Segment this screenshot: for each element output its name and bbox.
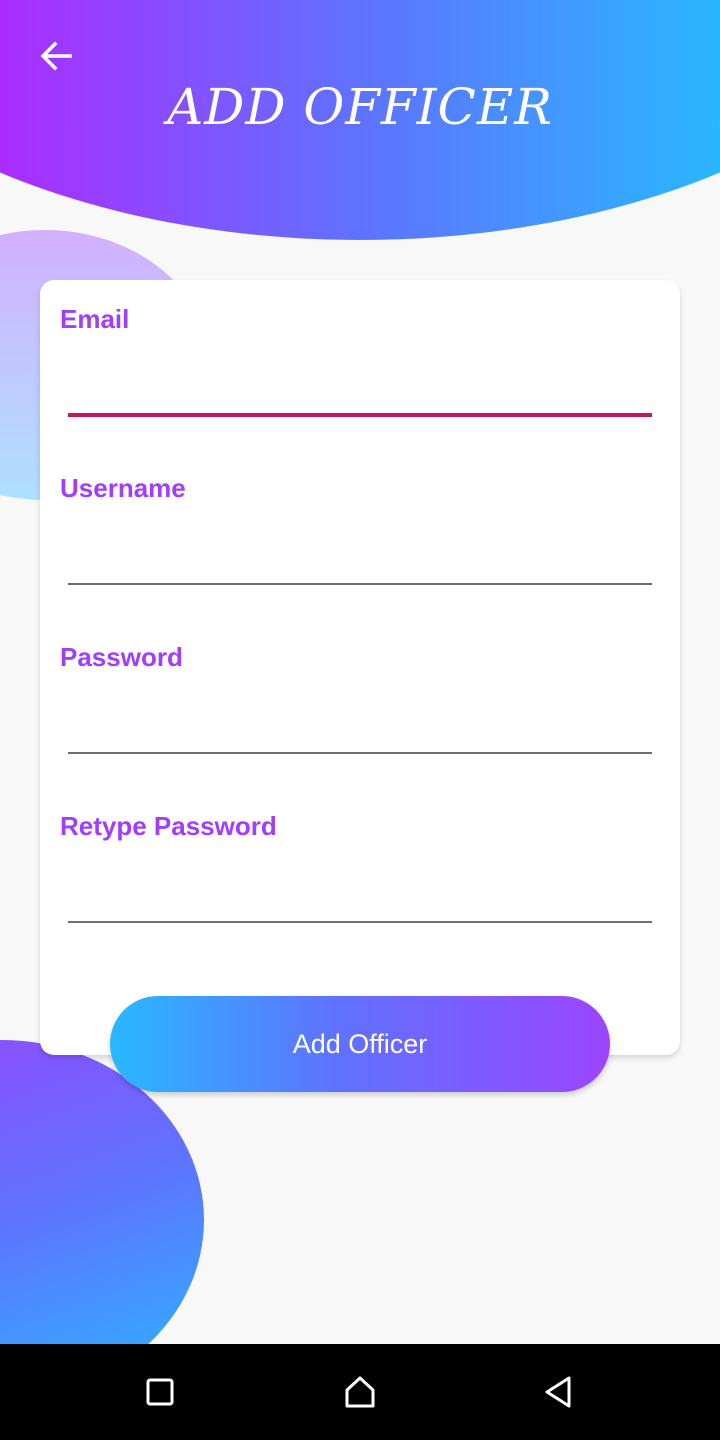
password-underline	[68, 752, 652, 754]
username-field: Username	[60, 473, 652, 585]
page-title: ADD OFFICER	[167, 78, 553, 136]
retype-password-underline	[68, 921, 652, 923]
username-label: Username	[60, 473, 186, 503]
back-button[interactable]	[34, 34, 78, 78]
recents-button[interactable]	[136, 1368, 184, 1416]
recents-square-icon	[146, 1378, 174, 1406]
email-field: Email	[60, 304, 652, 417]
back-triangle-icon	[545, 1376, 571, 1408]
email-underline	[68, 413, 652, 417]
email-input[interactable]	[68, 354, 652, 412]
add-officer-screen: ADD OFFICER Email Username Password Rety…	[0, 0, 720, 1440]
back-nav-button[interactable]	[534, 1368, 582, 1416]
password-input[interactable]	[68, 692, 652, 750]
system-nav-bar	[0, 1344, 720, 1440]
retype-password-input[interactable]	[68, 861, 652, 919]
retype-password-field: Retype Password	[60, 811, 652, 923]
username-underline	[68, 583, 652, 585]
arrow-left-icon	[40, 41, 72, 71]
username-input[interactable]	[68, 523, 652, 581]
home-button[interactable]	[336, 1368, 384, 1416]
form-card: Email Username Password Retype Password	[40, 280, 680, 1055]
home-icon	[345, 1376, 375, 1408]
add-officer-button[interactable]: Add Officer	[110, 996, 610, 1092]
password-label: Password	[60, 642, 183, 672]
password-field: Password	[60, 642, 652, 754]
email-label: Email	[60, 304, 130, 334]
retype-password-label: Retype Password	[60, 811, 277, 841]
